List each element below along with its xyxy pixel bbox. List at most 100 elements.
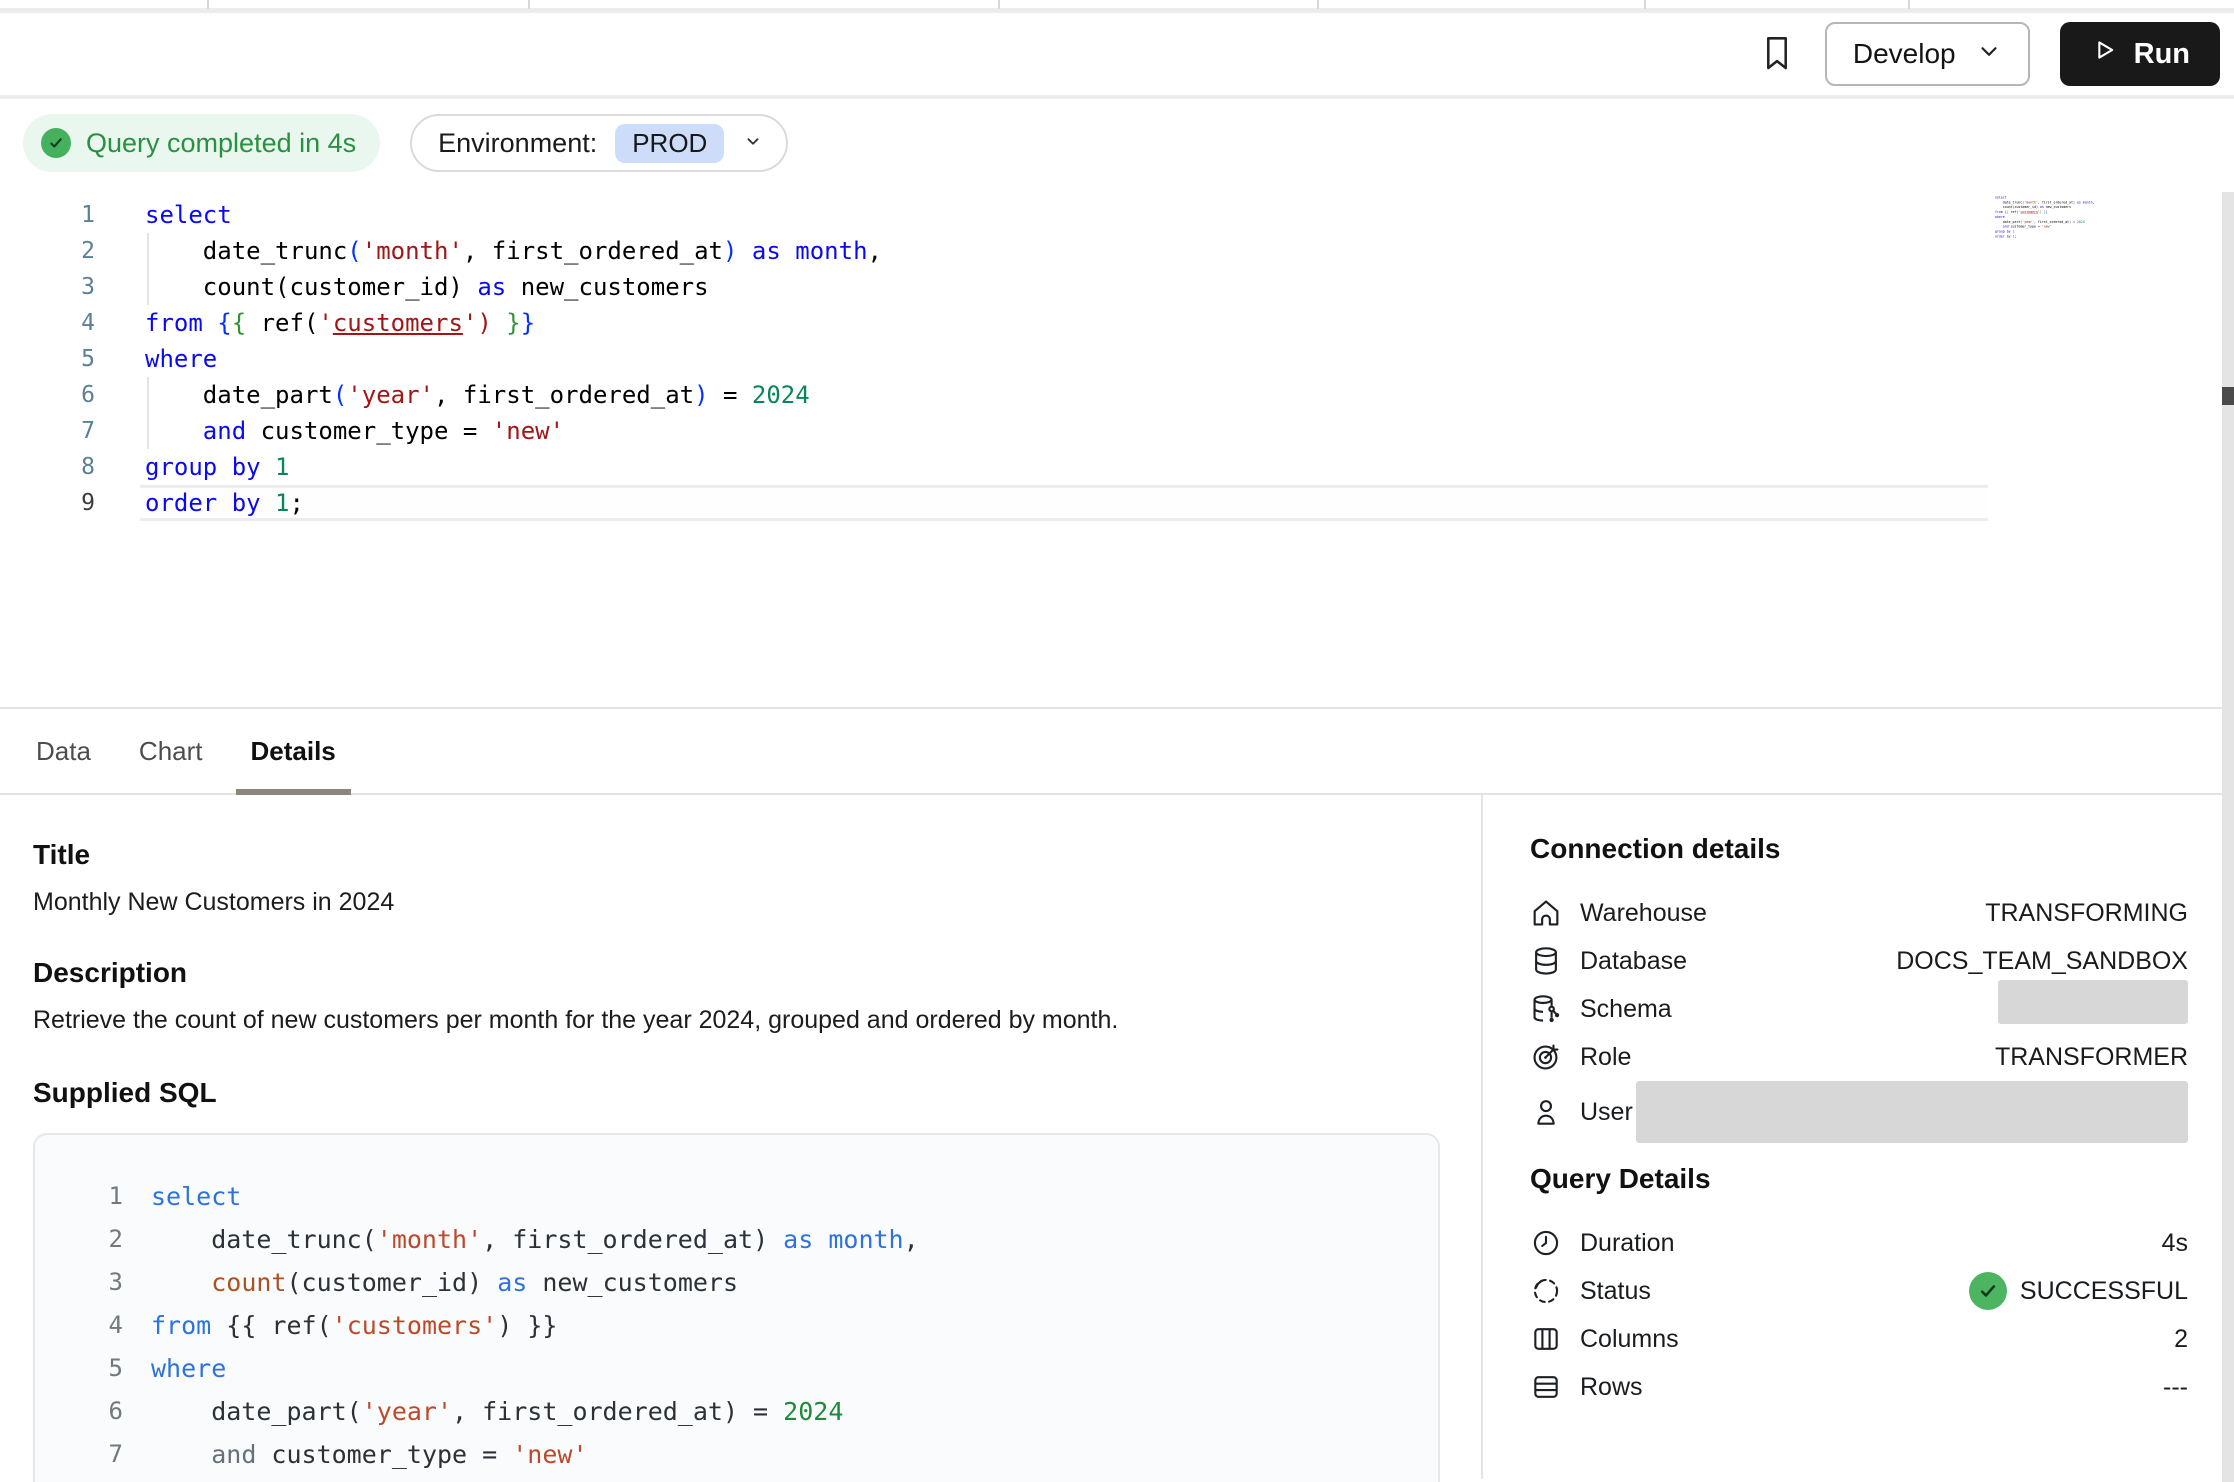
bookmark-button[interactable] — [1759, 32, 1795, 77]
active-line-highlight — [140, 485, 1988, 521]
rows-label: Rows — [1580, 1373, 2163, 1402]
duration-row: Duration4s — [1530, 1219, 2188, 1267]
line-number: 2 — [35, 1218, 123, 1261]
sql-card-line: 3 count(customer_id) as new_customers — [35, 1261, 1438, 1304]
code-line-text: order by 1; — [1995, 234, 2016, 238]
editor-lines: 1select2 date_trunc('month', first_order… — [0, 197, 2234, 521]
database-label: Database — [1580, 947, 1896, 976]
app-window: Develop Run Query completed i — [0, 0, 2234, 1482]
code-line-text: date_trunc('month', first_ordered_at) as… — [151, 1218, 919, 1261]
tab-divider — [528, 0, 530, 9]
sql-card-line: 7 and customer_type = 'new' — [35, 1433, 1438, 1476]
code-line-text: group by 1 — [145, 449, 290, 485]
description-heading: Description — [33, 957, 1441, 989]
editor-line: 4from {{ ref('customers') }} — [0, 305, 2234, 341]
code-line-text: select — [1995, 196, 2007, 200]
database-value: DOCS_TEAM_SANDBOX — [1896, 947, 2188, 976]
details-content: Title Monthly New Customers in 2024 Desc… — [0, 795, 2234, 1479]
title-heading: Title — [33, 839, 1441, 871]
warehouse-value: TRANSFORMING — [1985, 899, 2188, 928]
environment-label: Environment: — [438, 128, 597, 159]
code-line-text: group by 1 — [151, 1476, 302, 1482]
user-redacted-value — [1636, 1081, 2188, 1143]
develop-label: Develop — [1853, 38, 1956, 70]
results-tabbar: DataChartDetails — [0, 707, 2234, 795]
code-line-text: date_part('year', first_ordered_at) = 20… — [151, 1390, 843, 1433]
connection-details-heading: Connection details — [1530, 833, 2188, 865]
code-line-text: where — [151, 1347, 226, 1390]
code-line-text: date_part('year', first_ordered_at) = 20… — [1995, 220, 2085, 224]
sql-card-line: 8group by 1 — [35, 1476, 1438, 1482]
title-value: Monthly New Customers in 2024 — [33, 888, 1441, 917]
run-button[interactable]: Run — [2060, 22, 2220, 86]
top-tab-strip — [0, 0, 2234, 13]
editor-line: 6 date_part('year', first_ordered_at) = … — [0, 377, 2234, 413]
schema-row: Schema — [1530, 985, 2188, 1033]
tab-details[interactable]: Details — [236, 709, 351, 793]
run-label: Run — [2134, 38, 2190, 71]
code-line-text: date_trunc('month', first_ordered_at) as… — [145, 233, 882, 269]
status-label: Status — [1580, 1277, 1969, 1306]
minimap-code: select date_trunc('month', first_ordered… — [1995, 195, 2010, 239]
query-status-text: Query completed in 4s — [86, 128, 356, 159]
tab-chart[interactable]: Chart — [124, 709, 218, 793]
user-row: User — [1530, 1081, 2188, 1143]
line-number: 3 — [35, 1261, 123, 1304]
develop-menu-button[interactable]: Develop — [1825, 22, 2030, 86]
code-line-text: date_part('year', first_ordered_at) = 20… — [145, 377, 810, 413]
tab-divider — [1644, 0, 1646, 9]
status-row: StatusSUCCESSFUL — [1530, 1267, 2188, 1315]
line-number: 6 — [35, 1390, 123, 1433]
tab-divider — [998, 0, 1000, 9]
schema-value — [1998, 987, 2188, 1031]
schema-redacted-value — [1998, 980, 2188, 1024]
editor-minimap[interactable]: select date_trunc('month', first_ordered… — [1995, 195, 2107, 257]
sql-code-editor[interactable]: 1select2 date_trunc('month', first_order… — [0, 187, 2234, 707]
warehouse-label: Warehouse — [1580, 899, 1985, 928]
duration-label: Duration — [1580, 1229, 2162, 1258]
warehouse-icon — [1530, 896, 1564, 930]
line-number: 8 — [0, 449, 95, 485]
details-right-pane: Connection details WarehouseTRANSFORMING… — [1481, 795, 2234, 1479]
rows-icon — [1530, 1370, 1564, 1404]
user-label: User — [1580, 1098, 1636, 1127]
sql-card-line: 5 where — [35, 1347, 1438, 1390]
tab-data[interactable]: Data — [21, 709, 106, 793]
sql-card-line: 2 date_trunc('month', first_ordered_at) … — [35, 1218, 1438, 1261]
chevron-down-icon — [1976, 38, 2002, 71]
line-number: 5 — [35, 1347, 123, 1390]
editor-line: 9order by 1; — [0, 485, 2234, 521]
scrollbar-thumb[interactable] — [2222, 387, 2234, 405]
toolbar: Develop Run — [0, 13, 2234, 99]
rows-value: --- — [2163, 1373, 2188, 1402]
query-status-pill: Query completed in 4s — [23, 114, 380, 172]
code-line-text: date_trunc('month', first_ordered_at) as… — [1995, 200, 2094, 204]
details-left-pane: Title Monthly New Customers in 2024 Desc… — [0, 795, 1481, 1479]
editor-line: 2 date_trunc('month', first_ordered_at) … — [0, 233, 2234, 269]
code-line-text: where — [145, 341, 217, 377]
line-number: 4 — [0, 305, 95, 341]
editor-line: 5where — [0, 341, 2234, 377]
role-icon — [1530, 1040, 1564, 1074]
database-row: DatabaseDOCS_TEAM_SANDBOX — [1530, 937, 2188, 985]
status-value: SUCCESSFUL — [1969, 1272, 2188, 1310]
line-number: 2 — [0, 233, 95, 269]
columns-value: 2 — [2174, 1325, 2188, 1354]
editor-line: 3 count(customer_id) as new_customers — [0, 269, 2234, 305]
environment-selector[interactable]: Environment: PROD — [410, 114, 788, 172]
columns-label: Columns — [1580, 1325, 2174, 1354]
description-value: Retrieve the count of new customers per … — [33, 1006, 1441, 1035]
query-details-heading: Query Details — [1530, 1163, 2188, 1195]
schema-label: Schema — [1580, 995, 1998, 1024]
warehouse-row: WarehouseTRANSFORMING — [1530, 889, 2188, 937]
page-scrollbar[interactable] — [2222, 192, 2234, 1482]
line-number: 9 — [0, 485, 95, 521]
role-row: RoleTRANSFORMER — [1530, 1033, 2188, 1081]
code-line-text: group by 1 — [1995, 230, 2015, 234]
duration-icon — [1530, 1226, 1564, 1260]
duration-value: 4s — [2162, 1229, 2188, 1258]
code-line-text: from {{ ref('customers') }} — [1995, 210, 2048, 214]
code-line-text: count(customer_id) as new_customers — [145, 269, 709, 305]
code-line-text: where — [1995, 215, 2005, 219]
sql-card-line: 1select — [35, 1175, 1438, 1218]
